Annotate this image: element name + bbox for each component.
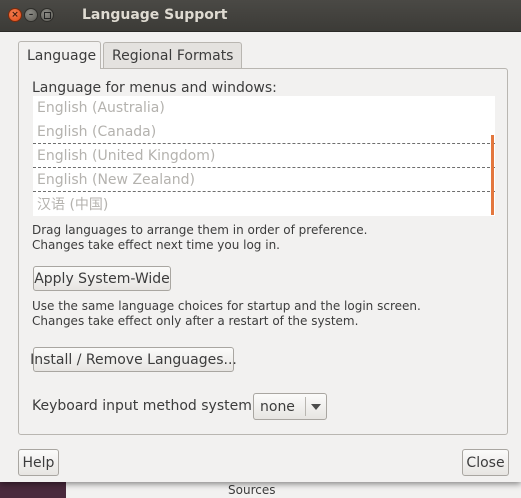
chevron-down-icon	[306, 394, 326, 419]
language-item[interactable]: English (United Kingdom)	[33, 144, 495, 168]
minimize-icon: –	[28, 9, 34, 20]
language-list[interactable]: English (Australia) English (Canada) Eng…	[33, 96, 495, 216]
language-item[interactable]: English (New Zealand)	[33, 168, 495, 192]
tab-regional-formats[interactable]: Regional Formats	[103, 42, 242, 69]
drag-hint-line1: Drag languages to arrange them in order …	[32, 223, 368, 237]
language-item[interactable]: 汉语 (中国)	[33, 192, 495, 216]
apply-note-line1: Use the same language choices for startu…	[32, 299, 421, 313]
language-support-window: × – Language Support Language Regional F…	[0, 0, 521, 482]
window-close-button[interactable]: ×	[8, 8, 22, 22]
close-button[interactable]: Close	[462, 449, 509, 476]
language-item[interactable]: English (Canada)	[33, 120, 495, 144]
keyboard-input-select[interactable]: none	[253, 393, 327, 420]
language-section-label: Language for menus and windows:	[32, 80, 277, 96]
keyboard-input-label: Keyboard input method system:	[32, 398, 257, 414]
apply-note-line2: Changes take effect only after a restart…	[32, 314, 359, 328]
window-minimize-button[interactable]: –	[24, 8, 38, 22]
language-item[interactable]: English (Australia)	[33, 96, 495, 120]
maximize-icon	[43, 11, 51, 19]
help-button[interactable]: Help	[18, 449, 59, 476]
tab-language[interactable]: Language	[18, 41, 101, 69]
drop-indicator	[491, 135, 494, 215]
keyboard-input-value: none	[260, 398, 295, 415]
background-sources-label: Sources	[228, 483, 276, 497]
install-remove-languages-button[interactable]: Install / Remove Languages...	[30, 347, 237, 372]
apply-system-wide-button[interactable]: Apply System-Wide	[33, 266, 171, 291]
titlebar: × – Language Support	[0, 0, 521, 32]
close-icon: ×	[11, 9, 19, 20]
drag-hint-line2: Changes take effect next time you log in…	[32, 238, 280, 252]
window-title: Language Support	[82, 7, 228, 23]
window-maximize-button[interactable]	[40, 8, 54, 22]
